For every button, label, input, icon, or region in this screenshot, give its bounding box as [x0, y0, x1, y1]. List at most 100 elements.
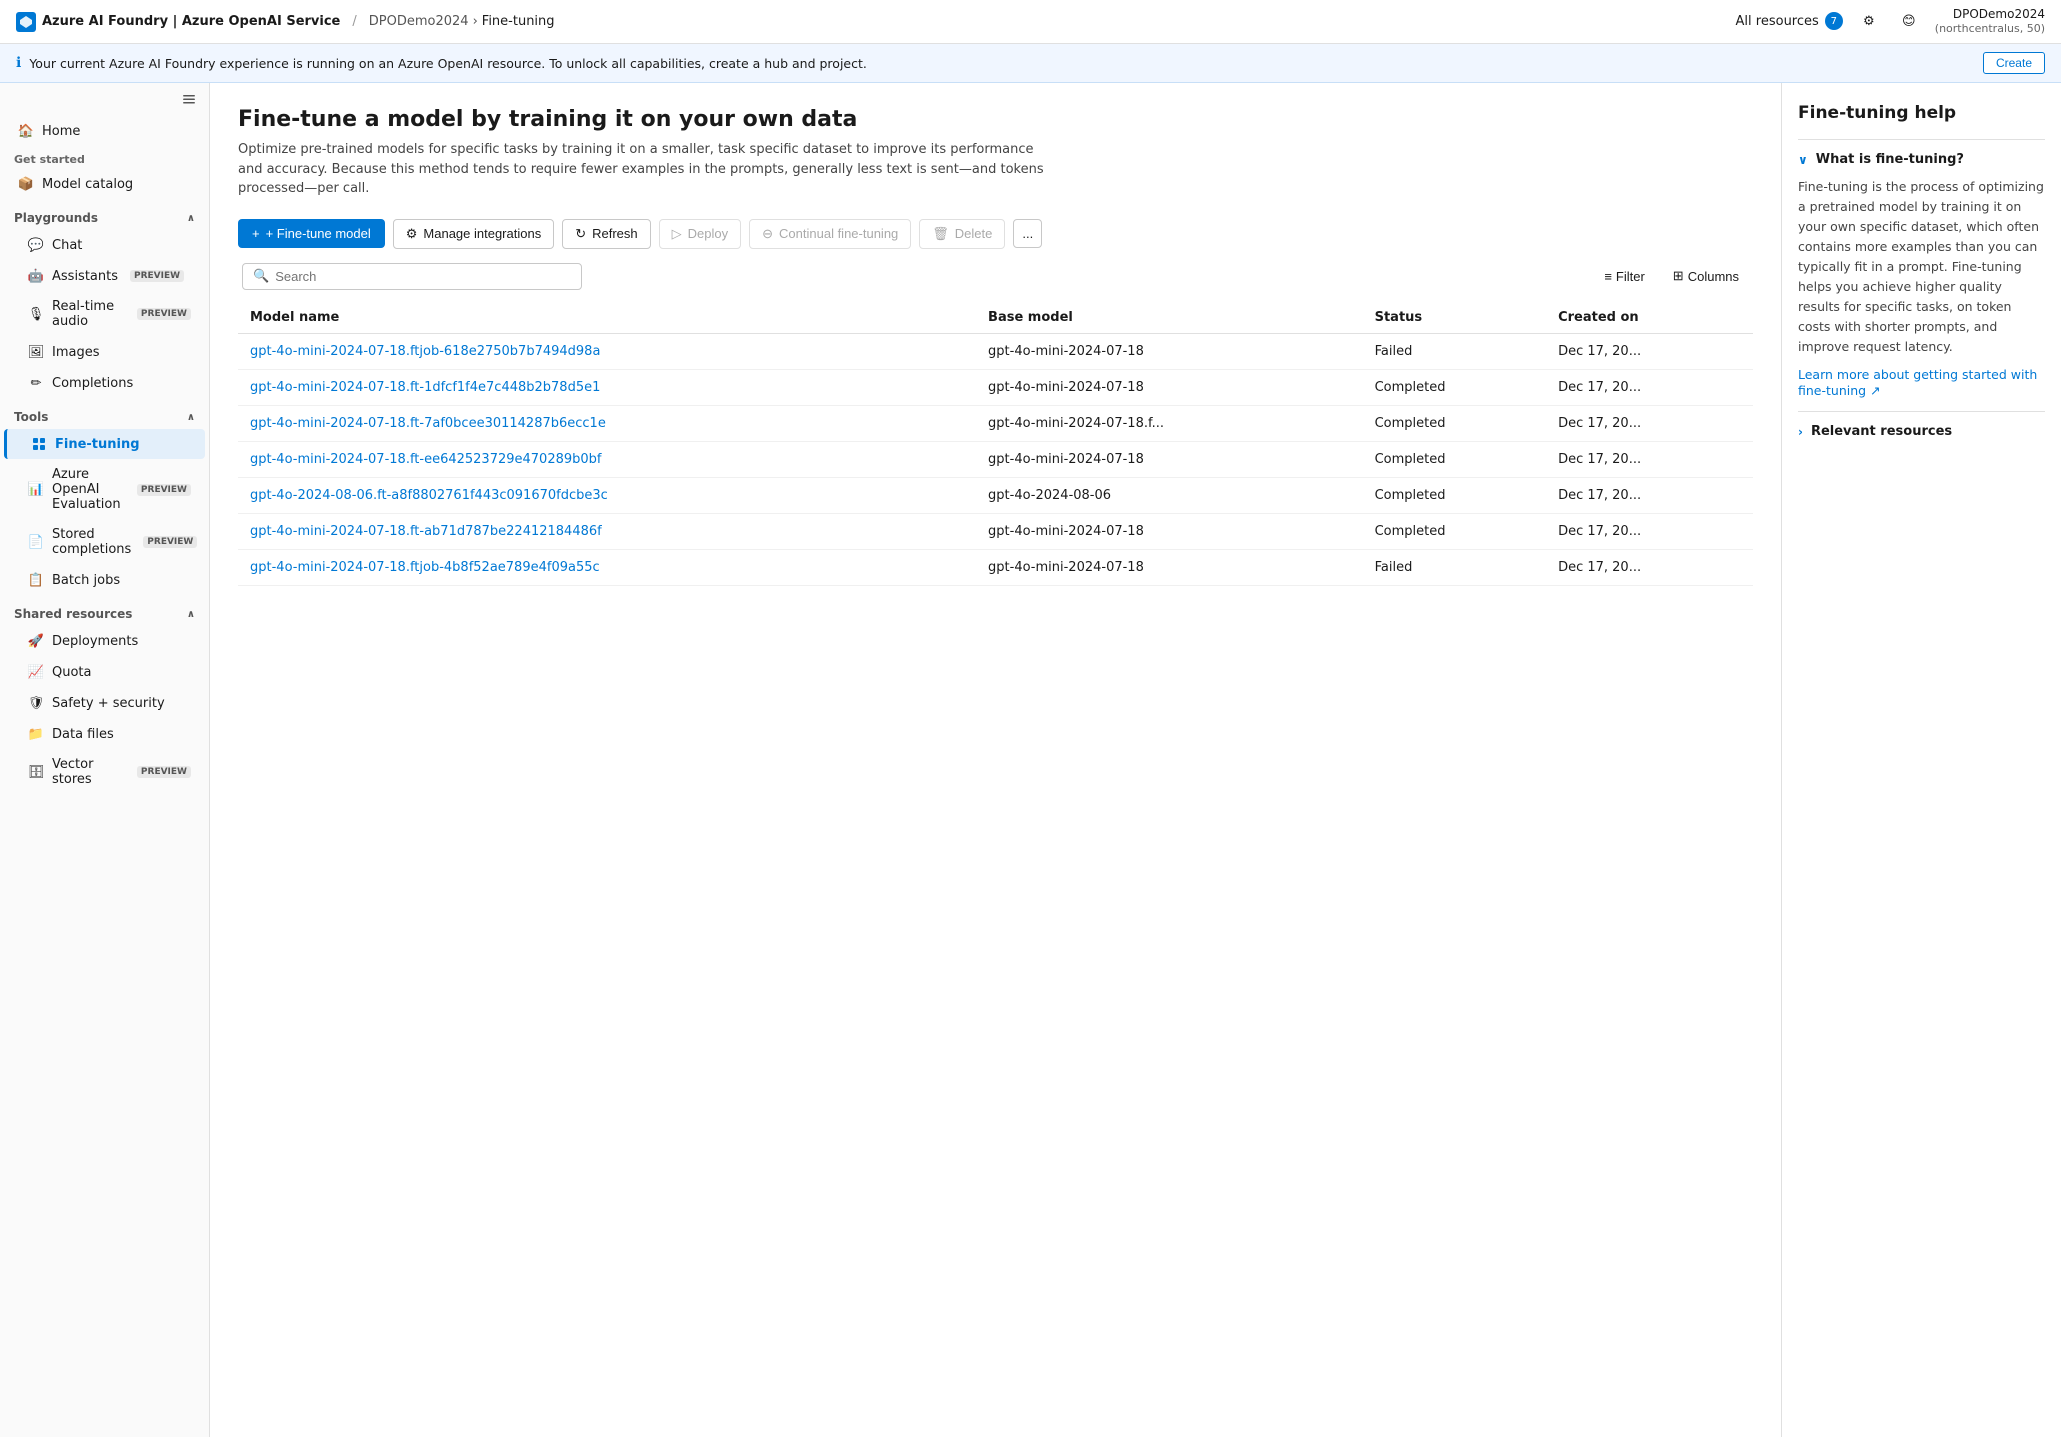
cell-created-on: Dec 17, 20...	[1546, 369, 1753, 405]
assistants-preview-badge: PREVIEW	[130, 270, 184, 282]
cell-status: Completed	[1363, 441, 1546, 477]
audio-icon: 🎙	[28, 306, 44, 322]
banner-message: Your current Azure AI Foundry experience…	[29, 56, 867, 71]
cell-status: Completed	[1363, 513, 1546, 549]
sidebar-item-azure-eval[interactable]: 📊 Azure OpenAI Evaluation PREVIEW	[4, 460, 205, 519]
sidebar-item-chat[interactable]: 💬 Chat	[4, 230, 205, 260]
sidebar-item-images[interactable]: 🖼 Images	[4, 337, 205, 367]
manage-integrations-button[interactable]: ⚙ Manage integrations	[393, 219, 554, 249]
sidebar-toggle[interactable]	[0, 83, 209, 115]
playgrounds-chevron: ∧	[187, 213, 195, 224]
assistants-icon: 🤖	[28, 268, 44, 284]
more-button[interactable]: ...	[1013, 219, 1042, 248]
sidebar-item-model-catalog[interactable]: 📦 Model catalog	[4, 169, 205, 199]
page-description: Optimize pre-trained models for specific…	[238, 140, 1058, 199]
breadcrumb-workspace[interactable]: DPODemo2024	[369, 14, 469, 29]
fine-tuning-table: Model name Base model Status Created on …	[238, 302, 1753, 586]
fine-tuning-icon	[31, 436, 47, 452]
cell-model-name: gpt-4o-mini-2024-07-18.ft-ab71d787be2241…	[238, 513, 976, 549]
refresh-button[interactable]: ↻ Refresh	[562, 219, 650, 249]
columns-button[interactable]: ⊞ Columns	[1663, 263, 1749, 289]
sidebar-item-stored-completions[interactable]: 📄 Stored completions PREVIEW	[4, 520, 205, 564]
fine-tune-model-button[interactable]: + + Fine-tune model	[238, 219, 385, 248]
cell-status: Failed	[1363, 549, 1546, 585]
sidebar-item-home[interactable]: 🏠 Home	[4, 116, 205, 146]
chat-icon: 💬	[28, 237, 44, 253]
relevant-resources-section: › Relevant resources	[1798, 411, 2045, 439]
col-model-name: Model name	[238, 302, 976, 334]
safety-icon: 🛡	[28, 695, 44, 711]
cell-model-name: gpt-4o-2024-08-06.ft-a8f8802761f443c0916…	[238, 477, 976, 513]
vector-preview-badge: PREVIEW	[137, 766, 191, 778]
deploy-icon: ▷	[672, 226, 682, 242]
sidebar-item-batch-jobs[interactable]: 📋 Batch jobs	[4, 565, 205, 595]
search-input-wrap: 🔍	[242, 263, 582, 290]
refresh-icon: ↻	[575, 226, 586, 242]
col-status: Status	[1363, 302, 1546, 334]
cell-base-model: gpt-4o-mini-2024-07-18.f...	[976, 405, 1363, 441]
get-started-header: Get started	[0, 147, 209, 168]
relevant-resources-header[interactable]: › Relevant resources	[1798, 424, 2045, 439]
sidebar-item-data-files[interactable]: 📁 Data files	[4, 719, 205, 749]
cell-status: Failed	[1363, 333, 1546, 369]
sidebar-item-assistants[interactable]: 🤖 Assistants PREVIEW	[4, 261, 205, 291]
help-icon[interactable]: 😊	[1895, 7, 1923, 35]
model-link-6[interactable]: gpt-4o-mini-2024-07-18.ftjob-4b8f52ae789…	[250, 560, 600, 575]
user-info: DPODemo2024 (northcentralus, 50)	[1935, 7, 2045, 37]
catalog-icon: 📦	[18, 176, 34, 192]
learn-more-link[interactable]: Learn more about getting started with fi…	[1798, 367, 2037, 398]
sidebar: 🏠 Home Get started 📦 Model catalog Playg…	[0, 83, 210, 1437]
continual-fine-tuning-button[interactable]: ⊖ Continual fine-tuning	[749, 219, 911, 249]
deploy-button[interactable]: ▷ Deploy	[659, 219, 741, 249]
col-created-on: Created on	[1546, 302, 1753, 334]
playgrounds-section-header[interactable]: Playgrounds ∧	[0, 203, 209, 229]
cell-created-on: Dec 17, 20...	[1546, 333, 1753, 369]
sidebar-item-quota[interactable]: 📈 Quota	[4, 657, 205, 687]
table-row: gpt-4o-2024-08-06.ft-a8f8802761f443c0916…	[238, 477, 1753, 513]
create-button[interactable]: Create	[1983, 52, 2045, 74]
eval-preview-badge: PREVIEW	[137, 484, 191, 496]
right-panel: Fine-tuning help ∨ What is fine-tuning? …	[1781, 83, 2061, 1437]
home-icon: 🏠	[18, 123, 34, 139]
batch-icon: 📋	[28, 572, 44, 588]
collapse-chevron: ›	[1798, 425, 1803, 439]
model-link-5[interactable]: gpt-4o-mini-2024-07-18.ft-ab71d787be2241…	[250, 524, 602, 539]
model-link-2[interactable]: gpt-4o-mini-2024-07-18.ft-7af0bcee301142…	[250, 416, 606, 431]
cell-base-model: gpt-4o-mini-2024-07-18	[976, 441, 1363, 477]
shared-resources-chevron: ∧	[187, 609, 195, 620]
main-layout: 🏠 Home Get started 📦 Model catalog Playg…	[0, 83, 2061, 1437]
search-icon: 🔍	[253, 269, 269, 284]
model-link-4[interactable]: gpt-4o-2024-08-06.ft-a8f8802761f443c0916…	[250, 488, 608, 503]
model-link-3[interactable]: gpt-4o-mini-2024-07-18.ft-ee642523729e47…	[250, 452, 602, 467]
app-logo: Azure AI Foundry | Azure OpenAI Service	[16, 12, 340, 32]
stored-icon: 📄	[28, 534, 44, 550]
shared-resources-section-header[interactable]: Shared resources ∧	[0, 599, 209, 625]
help-text-body: Fine-tuning is the process of optimizing…	[1798, 177, 2045, 357]
table-row: gpt-4o-mini-2024-07-18.ftjob-4b8f52ae789…	[238, 549, 1753, 585]
what-is-finetuning-header[interactable]: ∨ What is fine-tuning?	[1798, 152, 2045, 167]
delete-button[interactable]: 🗑 Delete	[919, 219, 1005, 249]
table-row: gpt-4o-mini-2024-07-18.ftjob-618e2750b7b…	[238, 333, 1753, 369]
filter-icon: ≡	[1604, 269, 1612, 284]
sidebar-item-realtime-audio[interactable]: 🎙 Real-time audio PREVIEW	[4, 292, 205, 336]
topbar-right: All resources 7 ⚙ 😊 DPODemo2024 (northce…	[1736, 7, 2045, 37]
sidebar-item-safety-security[interactable]: 🛡 Safety + security	[4, 688, 205, 718]
app-title: Azure AI Foundry | Azure OpenAI Service	[42, 14, 340, 29]
filter-button[interactable]: ≡ Filter	[1594, 264, 1654, 289]
model-link-1[interactable]: gpt-4o-mini-2024-07-18.ft-1dfcf1f4e7c448…	[250, 380, 600, 395]
settings-icon[interactable]: ⚙	[1855, 7, 1883, 35]
sidebar-item-fine-tuning[interactable]: Fine-tuning	[4, 429, 205, 459]
info-banner: ℹ Your current Azure AI Foundry experien…	[0, 44, 2061, 83]
logo-icon	[16, 12, 36, 32]
breadcrumb-sep1: /	[352, 14, 356, 29]
sidebar-item-vector-stores[interactable]: 🗄 Vector stores PREVIEW	[4, 750, 205, 794]
sidebar-item-completions[interactable]: ✏ Completions	[4, 368, 205, 398]
table-header-row: Model name Base model Status Created on	[238, 302, 1753, 334]
sidebar-item-deployments[interactable]: 🚀 Deployments	[4, 626, 205, 656]
help-section-finetuning: ∨ What is fine-tuning? Fine-tuning is th…	[1798, 139, 2045, 399]
all-resources[interactable]: All resources 7	[1736, 12, 1843, 30]
breadcrumb-chevron: ›	[473, 14, 478, 29]
tools-section-header[interactable]: Tools ∧	[0, 402, 209, 428]
search-input[interactable]	[275, 269, 571, 284]
model-link-0[interactable]: gpt-4o-mini-2024-07-18.ftjob-618e2750b7b…	[250, 344, 600, 359]
